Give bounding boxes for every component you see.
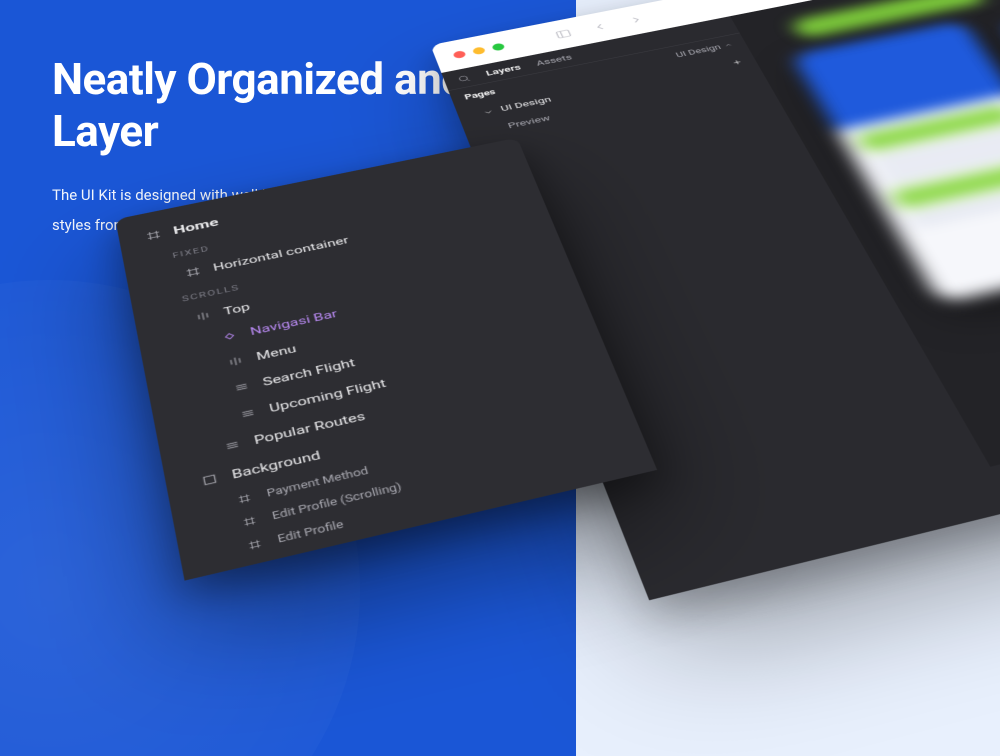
design-canvas[interactable] <box>730 0 1000 467</box>
component-icon <box>220 329 239 344</box>
tab-layers[interactable]: Layers <box>485 63 523 78</box>
tab-assets[interactable]: Assets <box>535 53 574 68</box>
page-name-label: Preview <box>507 114 552 131</box>
close-window-button[interactable] <box>452 50 466 59</box>
search-icon[interactable] <box>456 74 472 84</box>
layer-label: Menu <box>255 342 298 363</box>
frame-icon <box>145 229 163 242</box>
frame-icon <box>234 490 255 507</box>
chevron-left-icon[interactable] <box>587 19 614 35</box>
add-page-icon[interactable] <box>730 58 744 66</box>
autolayout-vertical-icon <box>194 309 213 323</box>
zoom-window-button[interactable] <box>491 42 505 51</box>
autolayout-horizontal-icon <box>238 406 258 422</box>
rectangle-icon <box>199 472 220 489</box>
frame-icon <box>184 265 203 279</box>
traffic-lights <box>452 42 505 58</box>
artboard-preview <box>791 20 1000 303</box>
sidebar-toggle-icon[interactable] <box>550 26 577 42</box>
pages-section-label: Pages <box>463 88 496 102</box>
autolayout-horizontal-icon <box>222 437 242 453</box>
autolayout-vertical-icon <box>226 354 246 369</box>
autolayout-horizontal-icon <box>232 379 252 394</box>
minimize-window-button[interactable] <box>472 46 486 55</box>
frame-icon <box>239 513 260 530</box>
layer-label: Home <box>172 216 220 238</box>
layer-label: Top <box>222 300 251 318</box>
chevron-right-icon[interactable] <box>623 12 650 28</box>
frame-icon <box>244 536 265 554</box>
